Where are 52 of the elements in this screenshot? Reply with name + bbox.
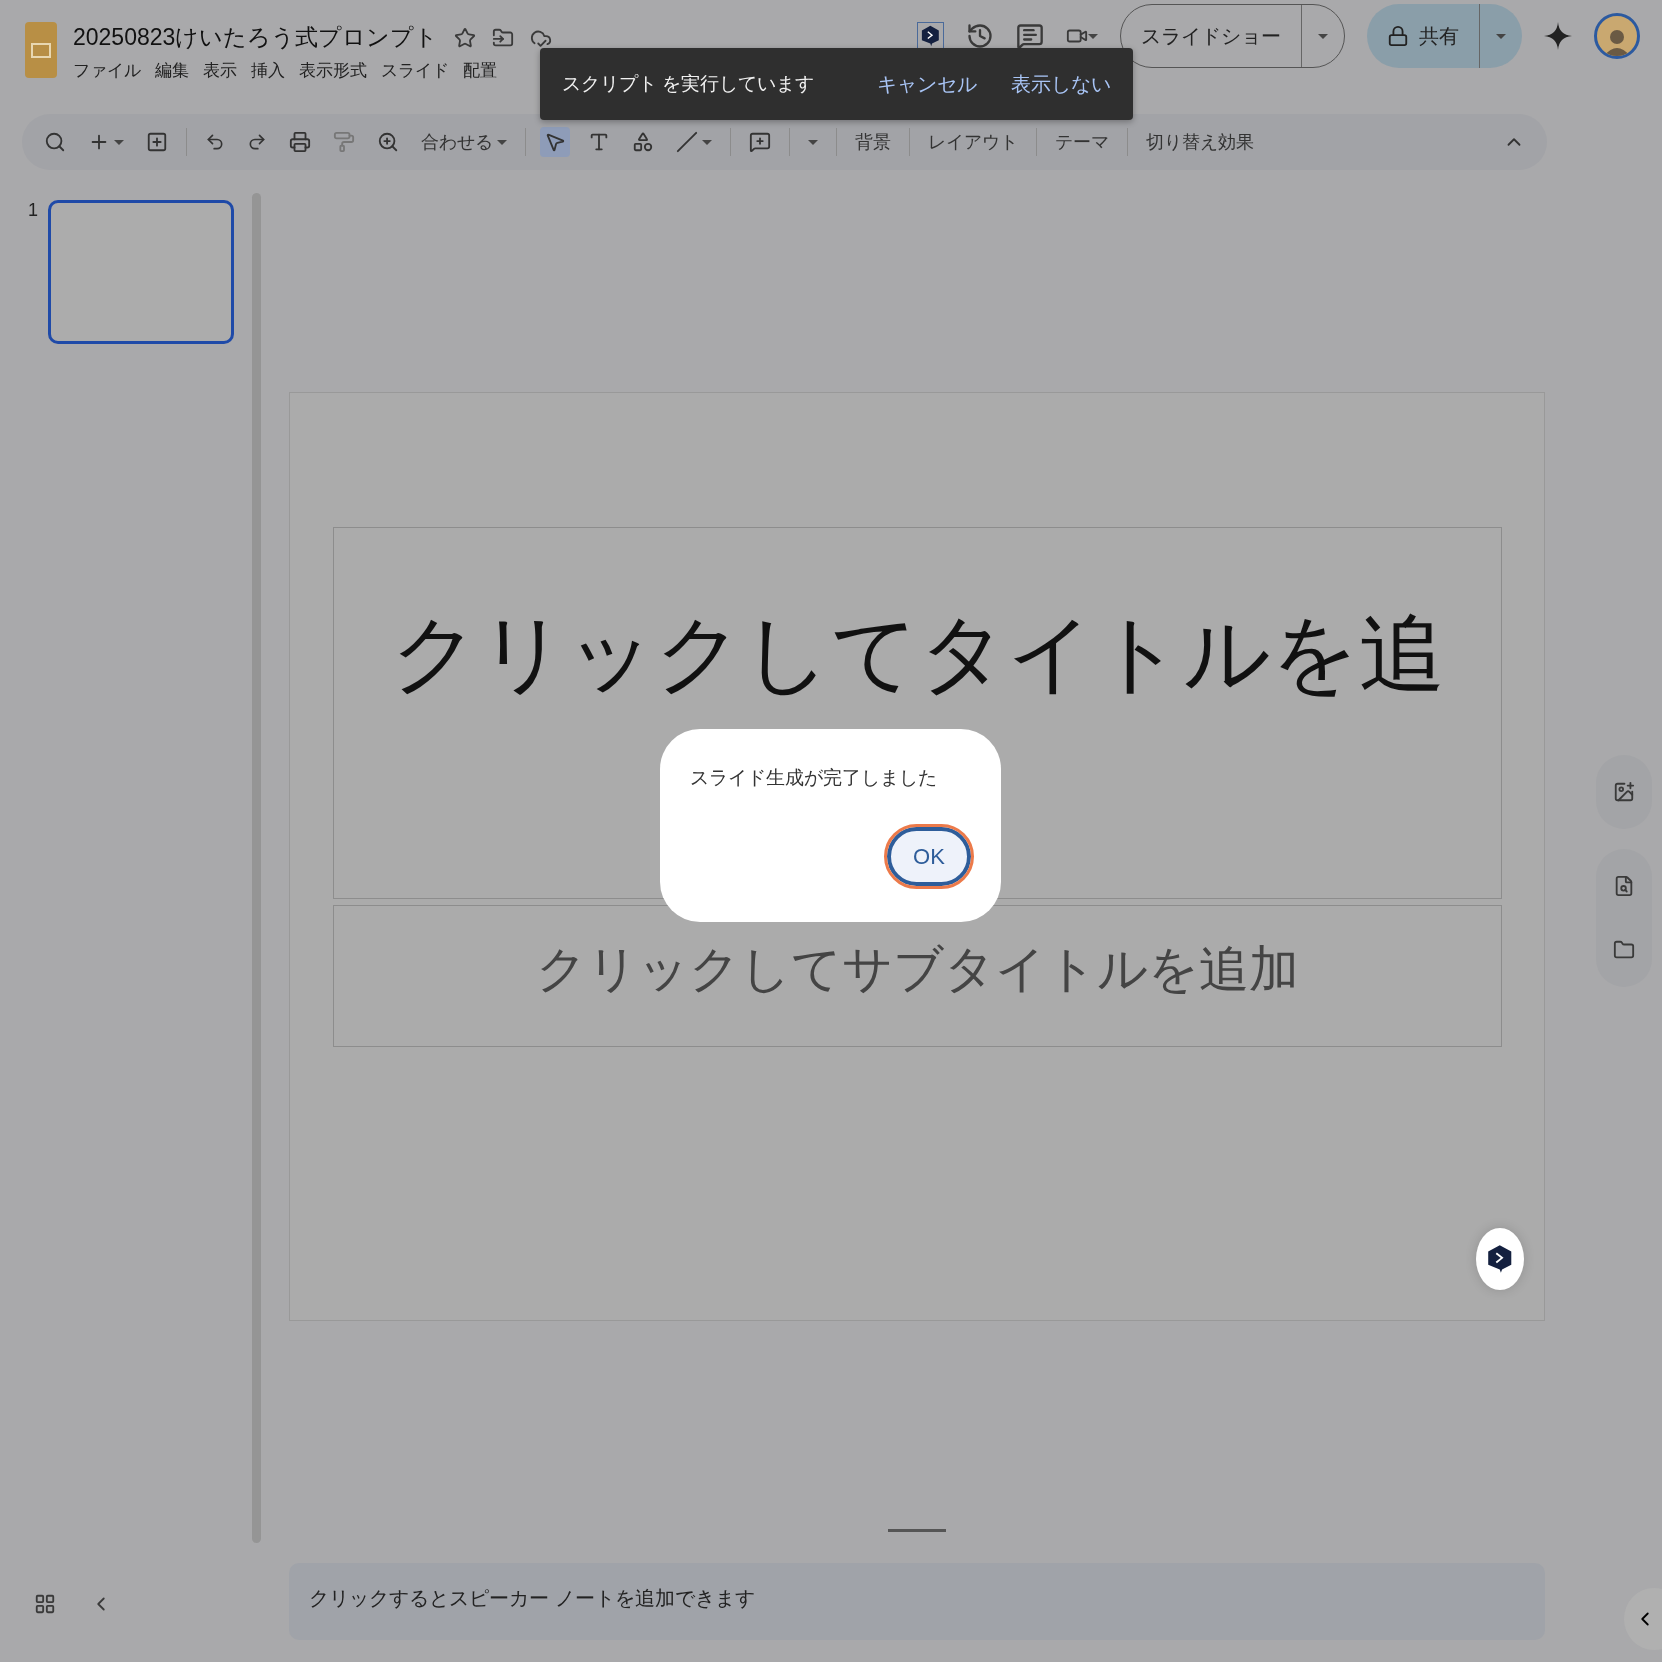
folder-icon[interactable] [1612,939,1635,961]
zoom-in-icon [377,131,399,153]
slide-thumbnail[interactable] [48,200,234,344]
speaker-notes-field[interactable]: クリックするとスピーカー ノートを追加できます [289,1563,1545,1640]
slide-title: クリックしてタイトルを追 [390,606,1445,701]
text-icon [588,131,610,153]
extension-icon [1487,1244,1513,1274]
lock-icon [1387,25,1409,47]
toolbar-button[interactable]: 切り替え効果 [1142,126,1258,158]
dialog-message: スライド生成が完了しました [690,766,938,790]
redo-icon [247,132,267,152]
search-icon [44,131,66,153]
select-tool-button[interactable] [540,127,570,157]
folder-move-icon[interactable] [492,26,515,49]
share-button[interactable]: 共有 [1367,4,1479,68]
menu-item[interactable]: ファイル [73,59,141,82]
comments-icon[interactable] [1016,22,1044,50]
extension-fab-button[interactable] [1476,1228,1524,1290]
slideshow-button[interactable]: スライドショー [1121,5,1301,67]
ok-button[interactable]: OK [887,827,971,886]
menu-item[interactable]: 挿入 [251,59,285,82]
printer-icon [289,131,311,153]
snackbar-message: スクリプト を実行しています [562,72,815,96]
account-avatar[interactable] [1594,13,1640,59]
slides-logo-icon [25,22,57,78]
star-icon[interactable] [454,26,477,49]
undo-icon [205,132,225,152]
grid-view-icon[interactable] [34,1593,56,1615]
sparkle-icon[interactable] [1544,22,1572,50]
toolbar-button[interactable]: 背景 [851,126,895,158]
snackbar-action[interactable]: 表示しない [1011,70,1111,98]
slide-number: 1 [28,200,38,221]
resize-handle[interactable] [888,1529,946,1532]
cursor-icon [544,131,566,153]
snackbar-action[interactable]: キャンセル [877,70,977,98]
document-title[interactable]: 20250823けいたろう式プロンプト [73,22,439,53]
square-plus-icon [146,131,168,153]
menu-item[interactable]: スライド [381,59,449,82]
comment-add-icon [749,131,771,153]
shapes-icon [632,131,654,153]
menu-item[interactable]: 表示形式 [299,59,367,82]
menu-item[interactable]: 配置 [463,59,497,82]
slide-subtitle: クリックしてサブタイトルを追加 [536,942,1299,997]
toolbar-button[interactable]: テーマ [1051,126,1113,158]
paint-roller-icon [333,131,355,153]
menu-item[interactable]: 表示 [203,59,237,82]
line-icon [676,131,698,153]
history-icon[interactable] [966,22,994,50]
menu-item[interactable]: 編集 [155,59,189,82]
extension-icon [921,25,940,47]
zoom-dropdown[interactable]: 合わせる [417,126,511,158]
toolbar-button[interactable]: レイアウト [924,126,1022,158]
